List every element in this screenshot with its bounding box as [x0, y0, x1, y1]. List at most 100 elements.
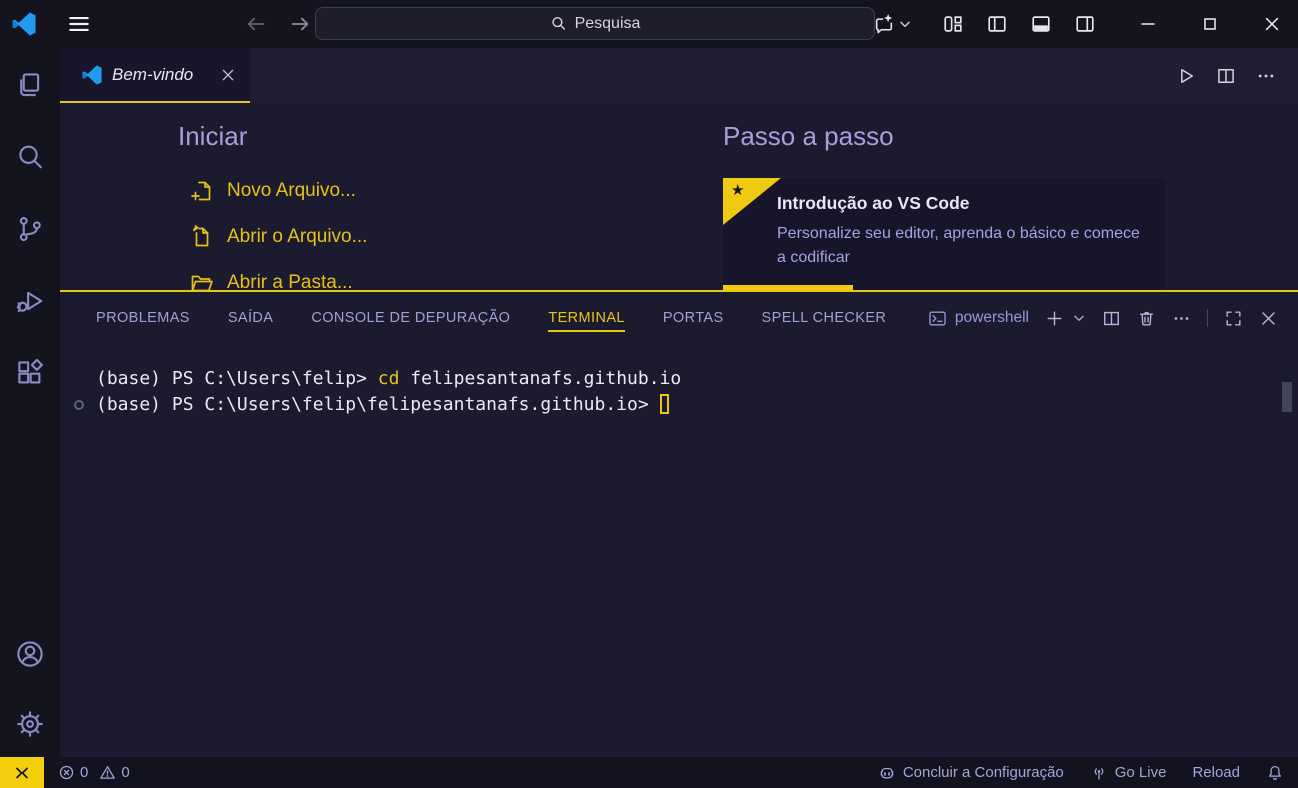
open-folder-label: Abrir a Pasta... [227, 272, 353, 290]
minimize-icon [1138, 14, 1158, 34]
finish-setup-item[interactable]: Concluir a Configuração [878, 764, 1064, 782]
tab-ports[interactable]: PORTAS [663, 304, 724, 332]
hamburger-menu-icon[interactable] [66, 11, 92, 37]
split-editor-icon[interactable] [1216, 66, 1236, 86]
star-icon: ★ [731, 182, 744, 199]
close-window-button[interactable] [1262, 14, 1282, 34]
welcome-editor: Iniciar Novo Arquivo... Abrir o Arquivo.… [60, 103, 1298, 290]
panel-bottom-icon [1030, 13, 1052, 35]
close-panel-icon[interactable] [1259, 309, 1278, 328]
bottom-panel: PROBLEMAS SAÍDA CONSOLE DE DEPURAÇÃO TER… [60, 290, 1298, 757]
broadcast-icon [1090, 764, 1108, 782]
new-file-icon [190, 179, 214, 203]
sidebar-left-icon [986, 13, 1008, 35]
tab-output[interactable]: SAÍDA [228, 304, 274, 332]
editor-actions [1176, 48, 1298, 103]
extensions-icon[interactable] [15, 358, 45, 388]
toggle-panel-button[interactable] [1030, 13, 1052, 35]
tab-terminal[interactable]: TERMINAL [548, 304, 625, 332]
customize-layout-button[interactable] [942, 13, 964, 35]
remote-indicator[interactable] [0, 757, 44, 788]
terminal-line-2: (base) PS C:\Users\felip\felipesantanafs… [96, 392, 1298, 418]
panel-header: PROBLEMAS SAÍDA CONSOLE DE DEPURAÇÃO TER… [60, 292, 1298, 344]
terminal-scrollbar[interactable] [1282, 382, 1292, 412]
terminal-cursor [660, 394, 669, 414]
open-folder-icon [190, 271, 214, 290]
warning-icon [99, 764, 116, 781]
error-icon [58, 764, 75, 781]
start-section: Iniciar Novo Arquivo... Abrir o Arquivo.… [178, 121, 367, 290]
problems-status[interactable]: 0 0 [58, 764, 130, 781]
activity-bar [0, 48, 60, 757]
go-live-item[interactable]: Go Live [1090, 764, 1167, 782]
search-sidebar-icon[interactable] [15, 142, 45, 172]
minimize-button[interactable] [1138, 14, 1158, 34]
tab-problems[interactable]: PROBLEMAS [96, 304, 190, 332]
walkthrough-card[interactable]: ★ Introdução ao VS Code Personalize seu … [723, 178, 1165, 290]
tab-close-icon[interactable] [220, 67, 236, 83]
terminal-view[interactable]: (base) PS C:\Users\felip> cd felipesanta… [60, 344, 1298, 757]
panel-tabs: PROBLEMAS SAÍDA CONSOLE DE DEPURAÇÃO TER… [96, 304, 886, 332]
tab-welcome-label: Bem-vindo [112, 65, 210, 85]
start-heading: Iniciar [178, 121, 367, 152]
titlebar-left [0, 0, 92, 48]
workbench-body: Bem-vindo Iniciar Novo Arquivo... [0, 48, 1298, 757]
toggle-primary-sidebar-button[interactable] [986, 13, 1008, 35]
maximize-button[interactable] [1200, 14, 1220, 34]
tab-welcome[interactable]: Bem-vindo [60, 48, 250, 103]
open-file-link[interactable]: Abrir o Arquivo... [178, 214, 367, 260]
bell-icon [1266, 764, 1284, 782]
copilot-robot-icon [878, 764, 896, 782]
warning-count: 0 [121, 764, 129, 781]
panel-separator [1207, 309, 1208, 327]
command-decoration-icon[interactable] [74, 400, 84, 410]
open-folder-link[interactable]: Abrir a Pasta... [178, 260, 367, 290]
close-icon [1262, 14, 1282, 34]
explorer-icon[interactable] [15, 70, 45, 100]
walkthrough-heading: Passo a passo [723, 121, 894, 152]
reload-item[interactable]: Reload [1192, 764, 1240, 781]
notifications-item[interactable] [1266, 764, 1284, 782]
run-file-icon[interactable] [1176, 66, 1196, 86]
tab-debug-console[interactable]: CONSOLE DE DEPURAÇÃO [311, 304, 510, 332]
new-file-label: Novo Arquivo... [227, 180, 356, 202]
remote-icon [13, 764, 31, 782]
panel-more-icon[interactable] [1172, 309, 1191, 328]
start-list: Novo Arquivo... Abrir o Arquivo... Abrir… [178, 168, 367, 290]
back-arrow-icon[interactable] [245, 13, 267, 35]
finish-setup-label: Concluir a Configuração [903, 764, 1064, 781]
new-terminal-icon[interactable] [1045, 309, 1064, 328]
walkthrough-section: Passo a passo [723, 121, 894, 152]
shell-label: powershell [955, 309, 1029, 327]
toggle-secondary-sidebar-button[interactable] [1074, 13, 1096, 35]
statusbar-right: Concluir a Configuração Go Live Reload [878, 764, 1298, 782]
more-actions-icon[interactable] [1256, 66, 1276, 86]
open-file-icon [190, 225, 214, 249]
settings-gear-icon[interactable] [15, 709, 45, 739]
titlebar-right [873, 0, 1298, 48]
terminal-dropdown-icon[interactable] [1072, 311, 1086, 325]
search-icon [550, 15, 567, 32]
source-control-icon[interactable] [15, 214, 45, 244]
forward-arrow-icon[interactable] [289, 13, 311, 35]
shell-selector[interactable]: powershell [928, 309, 1029, 328]
error-count: 0 [80, 764, 88, 781]
command-center-search[interactable]: Pesquisa [315, 7, 875, 40]
maximize-panel-icon[interactable] [1224, 309, 1243, 328]
accounts-icon[interactable] [15, 639, 45, 669]
tab-spell-checker[interactable]: SPELL CHECKER [762, 304, 887, 332]
copilot-button[interactable] [873, 13, 912, 35]
new-file-link[interactable]: Novo Arquivo... [178, 168, 367, 214]
sidebar-right-icon [1074, 13, 1096, 35]
vscode-tab-icon [82, 65, 102, 85]
terminal-prompt: (base) PS C:\Users\felip> [96, 368, 378, 389]
kill-terminal-icon[interactable] [1137, 309, 1156, 328]
main-column: Bem-vindo Iniciar Novo Arquivo... [60, 48, 1298, 757]
run-debug-icon[interactable] [15, 286, 45, 316]
go-live-label: Go Live [1115, 764, 1167, 781]
terminal-command: cd [378, 368, 400, 389]
split-terminal-icon[interactable] [1102, 309, 1121, 328]
maximize-icon [1200, 14, 1220, 34]
chevron-down-icon [898, 17, 912, 31]
panel-actions: powershell [928, 309, 1278, 328]
